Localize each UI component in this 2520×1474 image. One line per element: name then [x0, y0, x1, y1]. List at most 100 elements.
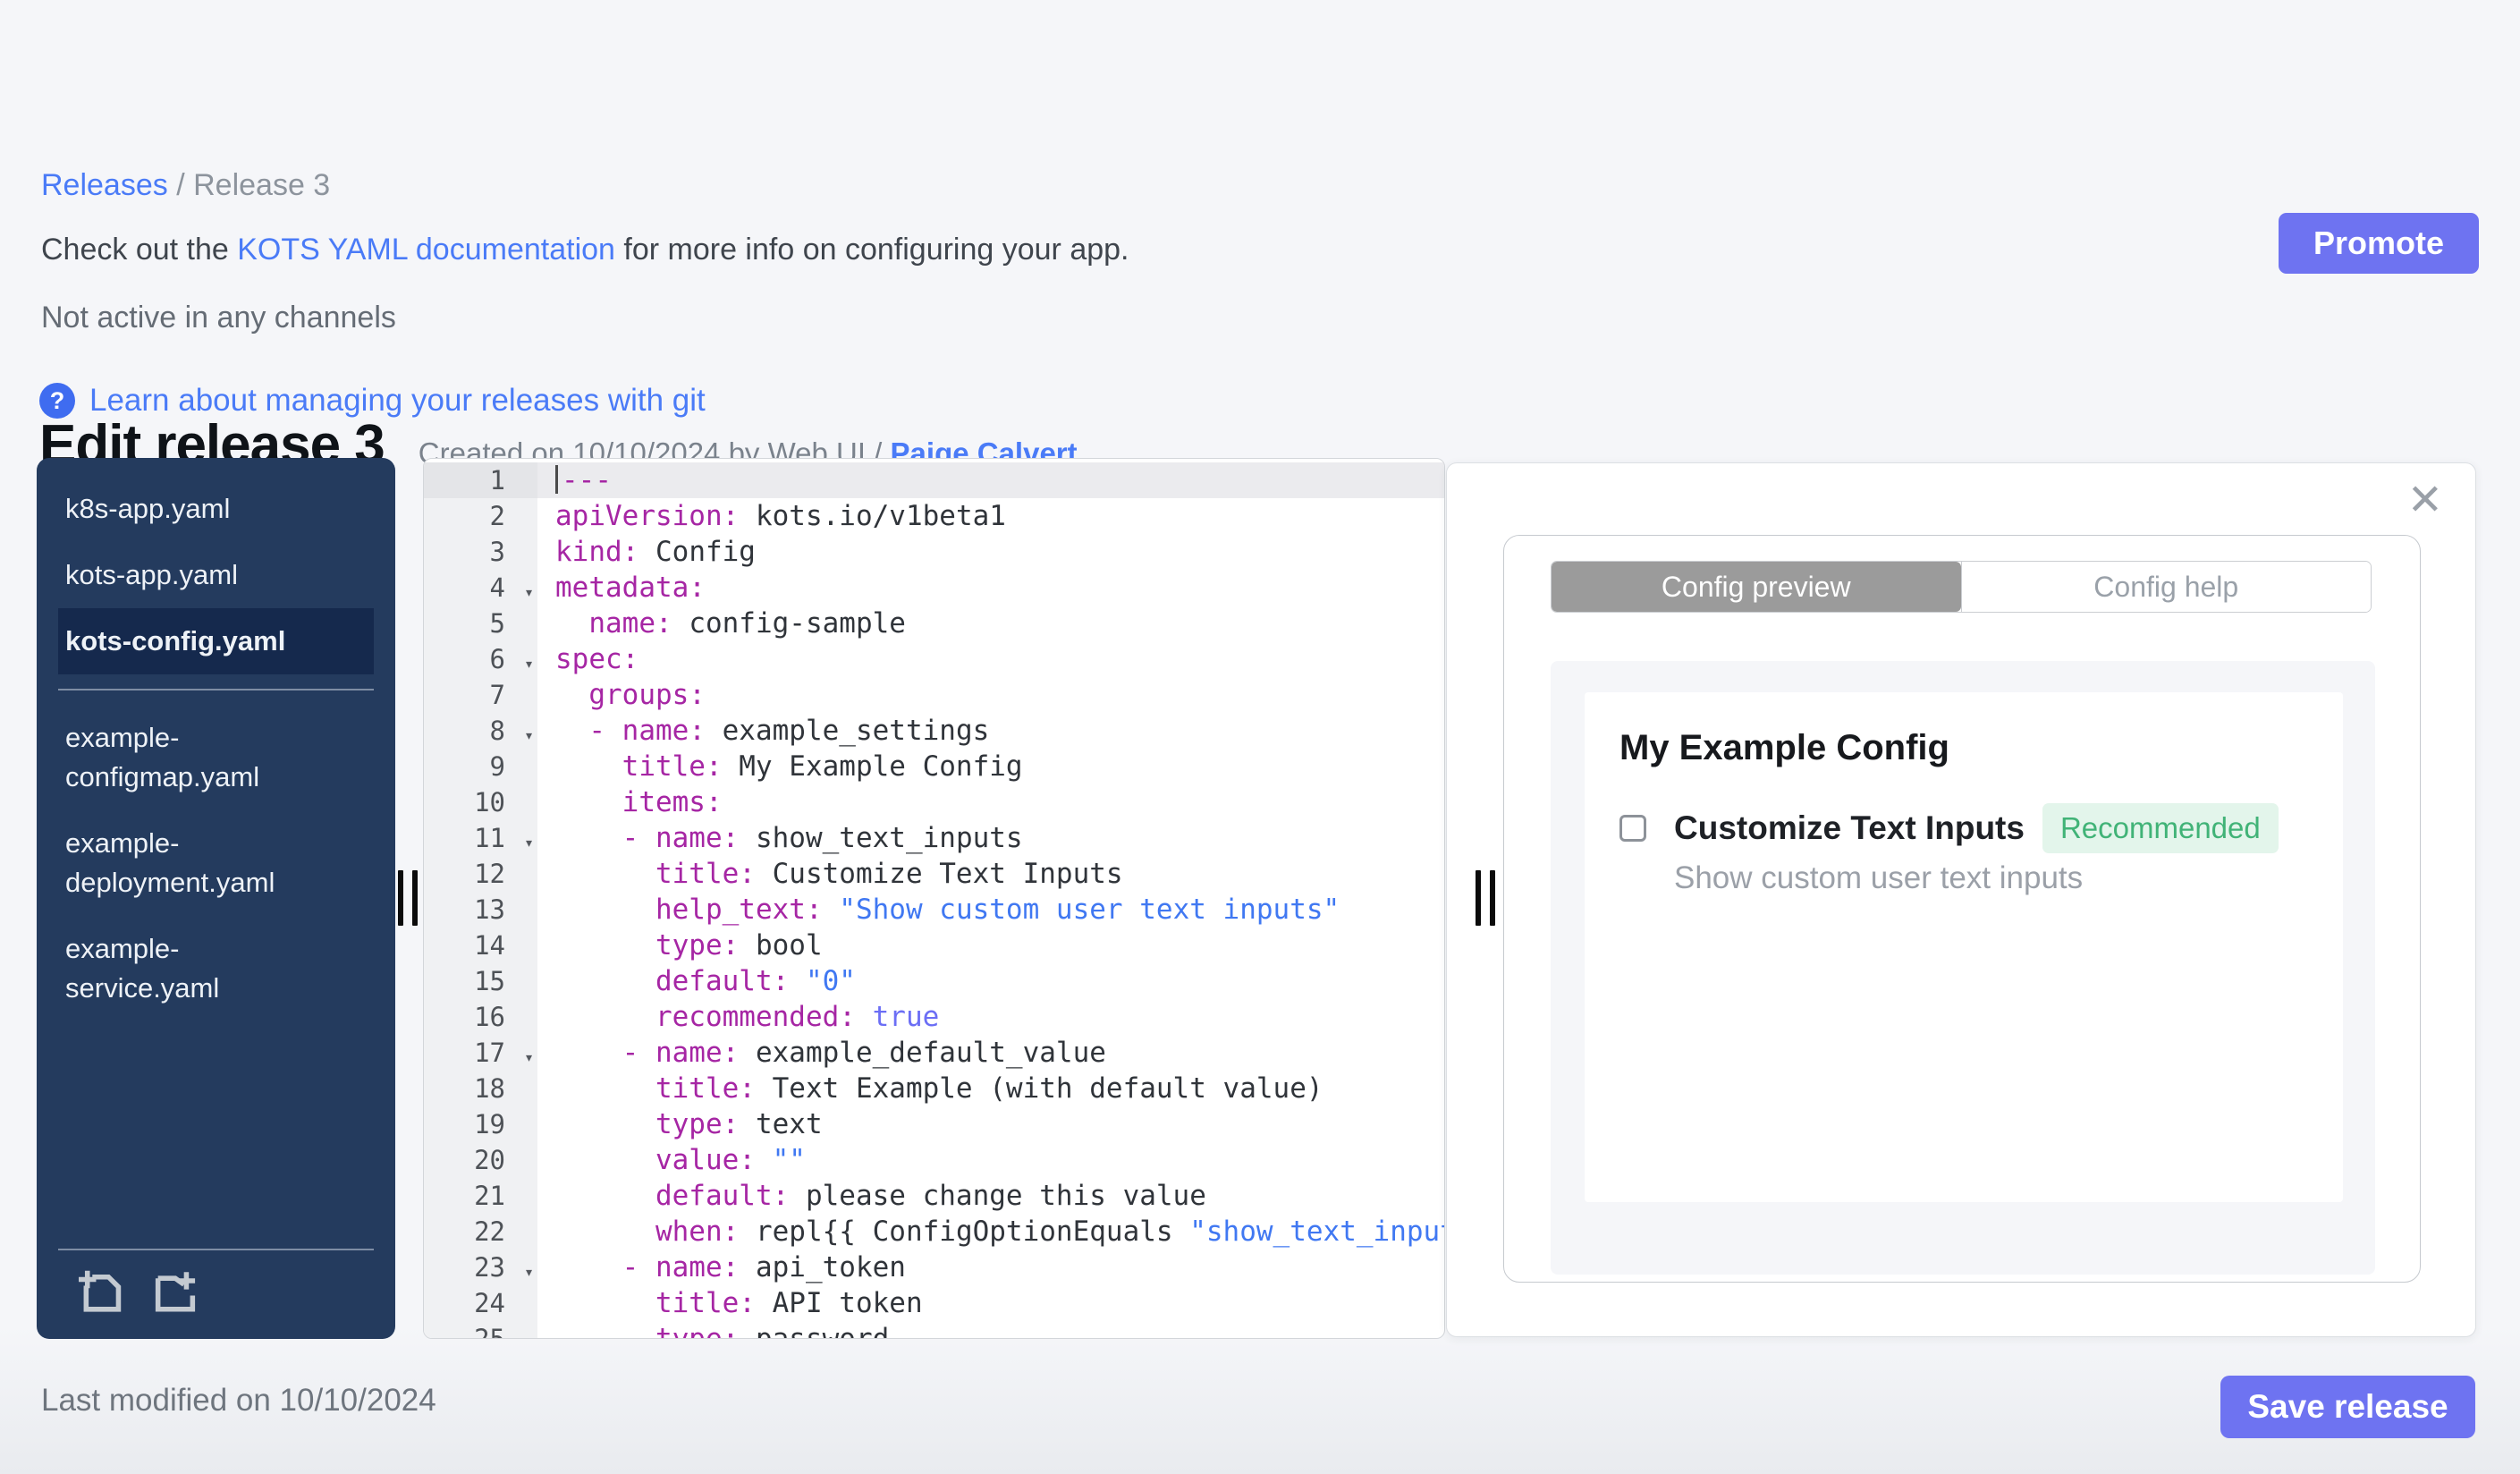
code-text[interactable]: title: Customize Text Inputs [537, 856, 1444, 892]
code-line-19[interactable]: 19 type: text [424, 1106, 1444, 1142]
code-line-10[interactable]: 10 items: [424, 784, 1444, 820]
code-line-11[interactable]: 11 ▾ - name: show_text_inputs [424, 820, 1444, 856]
code-line-23[interactable]: 23 ▾ - name: api_token [424, 1250, 1444, 1285]
line-number[interactable]: 15 [424, 963, 537, 999]
line-number[interactable]: 16 [424, 999, 537, 1035]
release-editor-page: Releases / Release 3 Check out the KOTS … [0, 0, 2520, 1474]
code-text[interactable]: default: "0" [537, 963, 1444, 999]
line-number[interactable]: 13 [424, 892, 537, 928]
code-text[interactable]: metadata: [537, 570, 1444, 606]
code-text[interactable]: name: config-sample [537, 606, 1444, 641]
code-line-20[interactable]: 20 value: "" [424, 1142, 1444, 1178]
code-text[interactable]: - name: example_settings [537, 713, 1444, 749]
code-line-16[interactable]: 16 recommended: true [424, 999, 1444, 1035]
code-text[interactable]: - name: api_token [537, 1250, 1444, 1285]
breadcrumb-current: Release 3 [193, 168, 331, 202]
preview-tabbar: Config preview Config help [1551, 561, 2372, 613]
save-release-button[interactable]: Save release [2220, 1376, 2475, 1438]
code-line-24[interactable]: 24 title: API token [424, 1285, 1444, 1321]
code-line-13[interactable]: 13 help_text: "Show custom user text inp… [424, 892, 1444, 928]
line-number[interactable]: 24 [424, 1285, 537, 1321]
code-text[interactable]: title: API token [537, 1285, 1444, 1321]
code-text[interactable]: - name: example_default_value [537, 1035, 1444, 1071]
editor-preview-resize-handle[interactable] [1476, 870, 1497, 926]
code-text[interactable]: items: [537, 784, 1444, 820]
code-line-14[interactable]: 14 type: bool [424, 928, 1444, 963]
sidebar-file-example-configmap.yaml[interactable]: example-configmap.yaml [58, 705, 374, 810]
code-line-17[interactable]: 17 ▾ - name: example_default_value [424, 1035, 1444, 1071]
code-line-6[interactable]: 6 ▾ spec: [424, 641, 1444, 677]
yaml-code-editor[interactable]: 1 --- 2 apiVersion: kots.io/v1beta1 3 kind: C… [423, 458, 1445, 1339]
line-number[interactable]: 4 ▾ [424, 570, 537, 606]
last-modified-text: Last modified on 10/10/2024 [41, 1383, 436, 1418]
code-text[interactable]: groups: [537, 677, 1444, 713]
code-line-2[interactable]: 2 apiVersion: kots.io/v1beta1 [424, 498, 1444, 534]
code-line-9[interactable]: 9 title: My Example Config [424, 749, 1444, 784]
code-text[interactable]: recommended: true [537, 999, 1444, 1035]
code-line-7[interactable]: 7 groups: [424, 677, 1444, 713]
code-line-5[interactable]: 5 name: config-sample [424, 606, 1444, 641]
code-line-3[interactable]: 3 kind: Config [424, 534, 1444, 570]
code-line-18[interactable]: 18 title: Text Example (with default val… [424, 1071, 1444, 1106]
line-number[interactable]: 23 ▾ [424, 1250, 537, 1285]
code-line-1[interactable]: 1 --- [424, 462, 1444, 498]
line-number[interactable]: 14 [424, 928, 537, 963]
line-number[interactable]: 10 [424, 784, 537, 820]
tab-config-help[interactable]: Config help [1960, 562, 2371, 612]
code-text[interactable]: type: password [537, 1321, 1444, 1338]
tab-config-preview[interactable]: Config preview [1552, 562, 1961, 612]
code-text[interactable]: when: repl{{ ConfigOptionEquals "show_te… [537, 1214, 1444, 1250]
code-text[interactable]: type: text [537, 1106, 1444, 1142]
code-line-15[interactable]: 15 default: "0" [424, 963, 1444, 999]
line-number[interactable]: 25 [424, 1321, 537, 1338]
code-text[interactable]: --- [537, 462, 1444, 498]
sidebar-file-k8s-app.yaml[interactable]: k8s-app.yaml [58, 476, 374, 542]
code-text[interactable]: value: "" [537, 1142, 1444, 1178]
line-number[interactable]: 3 [424, 534, 537, 570]
new-file-icon[interactable] [76, 1268, 126, 1317]
code-text[interactable]: type: bool [537, 928, 1444, 963]
line-number[interactable]: 7 [424, 677, 537, 713]
line-number[interactable]: 19 [424, 1106, 537, 1142]
promote-button[interactable]: Promote [2279, 213, 2479, 274]
sidebar-file-example-service.yaml[interactable]: example-service.yaml [58, 916, 374, 1021]
breadcrumb-releases-link[interactable]: Releases [41, 168, 168, 202]
kots-yaml-doc-link[interactable]: KOTS YAML documentation [237, 233, 615, 267]
line-number[interactable]: 21 [424, 1178, 537, 1214]
code-line-4[interactable]: 4 ▾ metadata: [424, 570, 1444, 606]
line-number[interactable]: 2 [424, 498, 537, 534]
line-number[interactable]: 18 [424, 1071, 537, 1106]
line-number[interactable]: 1 [424, 462, 537, 498]
line-number[interactable]: 17 ▾ [424, 1035, 537, 1071]
line-number[interactable]: 9 [424, 749, 537, 784]
line-number[interactable]: 22 [424, 1214, 537, 1250]
code-text[interactable]: kind: Config [537, 534, 1444, 570]
customize-text-inputs-checkbox[interactable] [1619, 815, 1646, 842]
close-icon[interactable]: ✕ [2407, 479, 2443, 522]
code-text[interactable]: apiVersion: kots.io/v1beta1 [537, 498, 1444, 534]
sidebar-file-kots-app.yaml[interactable]: kots-app.yaml [58, 542, 374, 608]
line-number[interactable]: 6 ▾ [424, 641, 537, 677]
code-line-21[interactable]: 21 default: please change this value [424, 1178, 1444, 1214]
code-text[interactable]: - name: show_text_inputs [537, 820, 1444, 856]
code-text[interactable]: title: My Example Config [537, 749, 1444, 784]
code-text[interactable]: help_text: "Show custom user text inputs… [537, 892, 1444, 928]
code-line-22[interactable]: 22 when: repl{{ ConfigOptionEquals "show… [424, 1214, 1444, 1250]
sidebar-footer [37, 1249, 395, 1339]
line-number[interactable]: 12 [424, 856, 537, 892]
line-number[interactable]: 8 ▾ [424, 713, 537, 749]
sidebar-file-kots-config.yaml[interactable]: kots-config.yaml [58, 608, 374, 674]
new-folder-icon[interactable] [149, 1268, 201, 1317]
sidebar-editor-resize-handle[interactable] [398, 870, 419, 926]
code-line-8[interactable]: 8 ▾ - name: example_settings [424, 713, 1444, 749]
code-line-12[interactable]: 12 title: Customize Text Inputs [424, 856, 1444, 892]
code-line-25[interactable]: 25 type: password [424, 1321, 1444, 1338]
line-number[interactable]: 5 [424, 606, 537, 641]
channel-status: Not active in any channels [41, 301, 396, 335]
code-text[interactable]: title: Text Example (with default value) [537, 1071, 1444, 1106]
code-text[interactable]: default: please change this value [537, 1178, 1444, 1214]
line-number[interactable]: 20 [424, 1142, 537, 1178]
code-text[interactable]: spec: [537, 641, 1444, 677]
line-number[interactable]: 11 ▾ [424, 820, 537, 856]
sidebar-file-example-deployment.yaml[interactable]: example-deployment.yaml [58, 810, 374, 916]
